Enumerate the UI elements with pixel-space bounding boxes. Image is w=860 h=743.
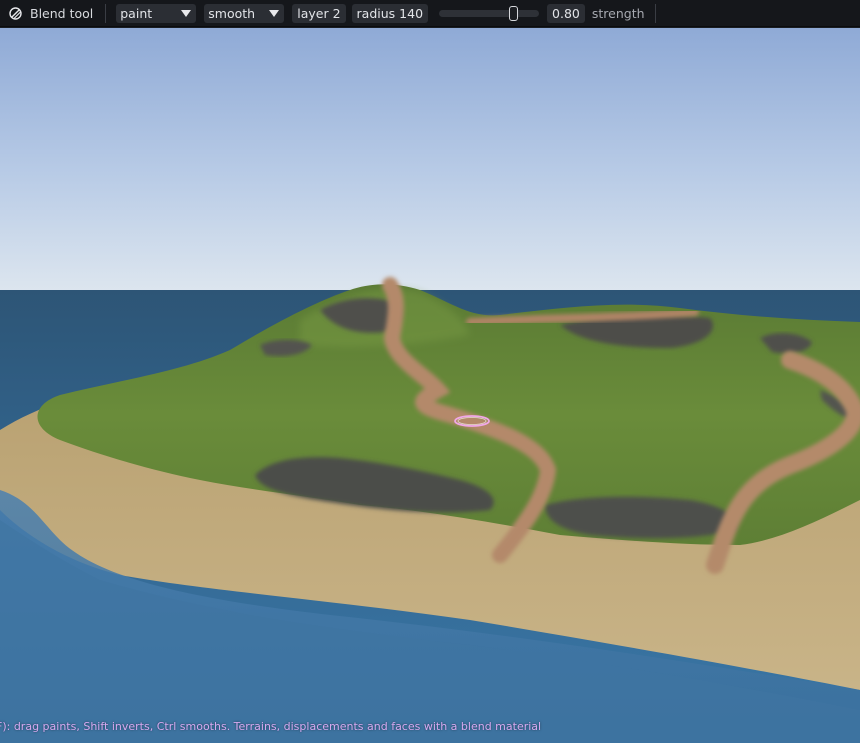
mode-dropdown-value: paint [120, 5, 153, 21]
radius-slider[interactable] [439, 4, 540, 23]
falloff-dropdown-value: smooth [208, 5, 256, 21]
layer-label: layer 2 [297, 5, 341, 21]
mode-dropdown[interactable]: paint [116, 3, 197, 23]
tool-title-label: Blend tool [30, 5, 94, 21]
strength-value-field[interactable]: 0.80 [547, 3, 585, 23]
slider-thumb[interactable] [509, 5, 519, 21]
tool-options-bar: Blend tool paint smooth layer 2 radius 1… [0, 0, 860, 27]
radius-label: radius 140 [356, 5, 424, 21]
radius-field[interactable]: radius 140 [351, 3, 429, 23]
falloff-dropdown[interactable]: smooth [204, 3, 285, 23]
slider-track [439, 9, 540, 17]
toolbar-separator [105, 3, 107, 23]
terrain-scene[interactable] [0, 28, 860, 743]
layer-selector[interactable]: layer 2 [292, 3, 346, 23]
toolbar-separator [654, 3, 656, 23]
3d-viewport[interactable] [0, 28, 860, 743]
chevron-down-icon [181, 9, 192, 17]
blend-tool-app: Blend tool paint smooth layer 2 radius 1… [0, 0, 860, 743]
blend-tool-icon [8, 6, 23, 21]
chevron-down-icon [269, 9, 280, 17]
strength-label: strength [591, 5, 645, 21]
status-hint: F): drag paints, Shift inverts, Ctrl smo… [0, 720, 542, 733]
sky [0, 28, 860, 293]
tool-title: Blend tool [0, 0, 105, 26]
strength-value: 0.80 [552, 5, 580, 21]
